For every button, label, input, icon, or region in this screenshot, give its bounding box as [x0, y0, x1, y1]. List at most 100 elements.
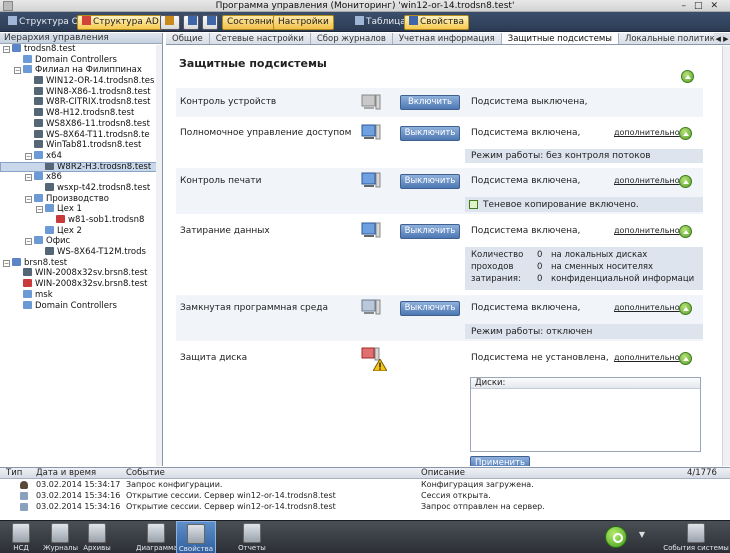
- enable-button[interactable]: Включить: [400, 95, 460, 110]
- tree-node[interactable]: WS-8X64-T12M.trods: [0, 247, 162, 258]
- col-type[interactable]: Тип: [6, 468, 22, 479]
- tree-node-label: WIN-2008x32sv.brsn8.test: [35, 279, 148, 290]
- power-icon[interactable]: [605, 526, 627, 548]
- window-controls[interactable]: –□✕: [681, 0, 726, 12]
- menu-icon[interactable]: ▼: [636, 529, 648, 541]
- structure-ad-button[interactable]: Структура AD: [77, 15, 164, 30]
- tab[interactable]: Сетевые настройки: [209, 33, 311, 44]
- taskbar-item[interactable]: Отчеты: [230, 521, 274, 553]
- expand-toggle-icon[interactable]: −: [36, 206, 43, 214]
- more-link[interactable]: дополнительно: [614, 353, 680, 362]
- list-view-button[interactable]: [202, 15, 218, 30]
- go-icon[interactable]: [679, 175, 692, 188]
- tree-node[interactable]: W8-H12.trodsn8.test: [0, 108, 162, 119]
- disks-list[interactable]: Диски:: [470, 377, 701, 452]
- group-icon: [23, 289, 32, 298]
- tree-node[interactable]: Domain Controllers: [0, 300, 162, 312]
- tree-node[interactable]: W8R-CITRIX.trodsn8.test: [0, 97, 162, 108]
- tree-node-label: Цех 1: [57, 204, 82, 215]
- computer-alert-icon: [23, 279, 32, 288]
- go-icon[interactable]: [679, 127, 692, 140]
- disable-button[interactable]: Выключить: [400, 126, 460, 141]
- expand-toggle-icon[interactable]: −: [25, 238, 32, 246]
- tree-node[interactable]: wsxp-t42.trodsn8.test: [0, 182, 162, 194]
- view-menu-button[interactable]: [160, 15, 180, 30]
- tab[interactable]: Учетная информация: [392, 33, 502, 44]
- log-row[interactable]: 03.02.2014 15:34:16 Открытие сессии. Серв…: [0, 491, 730, 501]
- expand-toggle-icon[interactable]: −: [25, 152, 32, 160]
- log-row[interactable]: 03.02.2014 15:34:17 Запрос конфигурации. К…: [0, 480, 730, 490]
- tree-node[interactable]: w81-sob1.trodsn8: [0, 215, 162, 226]
- log-row[interactable]: 03.02.2014 15:34:16 Открытие сессии. Серв…: [0, 502, 730, 512]
- go-icon[interactable]: [679, 225, 692, 238]
- tree-node[interactable]: Цех 2: [0, 225, 162, 237]
- go-icon[interactable]: [679, 352, 692, 365]
- col-datetime[interactable]: Дата и время: [36, 468, 96, 479]
- tree-node[interactable]: Domain Controllers: [0, 54, 162, 66]
- computer-icon: [45, 247, 54, 256]
- expand-toggle-icon[interactable]: −: [25, 195, 32, 203]
- computer-icon: [45, 182, 54, 191]
- more-link[interactable]: дополнительно: [614, 226, 680, 235]
- tree-node[interactable]: WinTab81.trodsn8.test: [0, 140, 162, 151]
- settings-button[interactable]: Настройки: [273, 15, 334, 30]
- group-icon: [45, 225, 54, 234]
- tab[interactable]: Общие: [166, 33, 210, 44]
- tree-node-label: WS-8X64-T11.trodsn8.te: [46, 129, 150, 140]
- taskbar-item[interactable]: Диаграмма: [136, 521, 178, 553]
- expand-toggle-icon[interactable]: −: [14, 67, 21, 75]
- taskbar-item[interactable]: Журналы: [43, 521, 78, 553]
- grid-view-button[interactable]: [183, 15, 199, 30]
- tree-node[interactable]: WIN8-X86-1.trodsn8.test: [0, 86, 162, 98]
- tree-node[interactable]: − Офис: [0, 236, 162, 247]
- subsystem-name: Полномочное управление доступом: [180, 128, 352, 138]
- disable-button[interactable]: Выключить: [400, 301, 460, 316]
- page-title: Защитные подсистемы: [179, 57, 327, 70]
- sidebar-scrollbar[interactable]: [156, 45, 162, 466]
- go-top-icon[interactable]: [681, 70, 694, 83]
- expand-toggle-icon[interactable]: −: [3, 259, 10, 267]
- tree-node[interactable]: − Филиал на Филиппинах: [0, 65, 162, 76]
- tab[interactable]: Защитные подсистемы: [501, 33, 619, 44]
- content-scrollbar[interactable]: [722, 46, 730, 466]
- tree-node[interactable]: WIN-2008x32sv.brsn8.test: [0, 279, 162, 290]
- properties-button[interactable]: Свойства: [404, 15, 469, 30]
- expand-toggle-icon[interactable]: −: [3, 46, 10, 53]
- disable-button[interactable]: Выключить: [400, 174, 460, 189]
- tree-node[interactable]: WS8X86-11.trodsn8.test: [0, 118, 162, 130]
- hierarchy-panel: Иерархия управления − trodsn8.test Domain …: [0, 33, 163, 466]
- mode-text: Режим работы: отключен: [471, 327, 593, 337]
- tree-node[interactable]: − Производство: [0, 193, 162, 205]
- taskbar-item[interactable]: Свойства: [176, 521, 216, 553]
- more-link[interactable]: дополнительно: [614, 128, 680, 137]
- tree-node[interactable]: WIN-2008x32sv.brsn8.test: [0, 268, 162, 279]
- tree-node[interactable]: − brsn8.test: [0, 257, 162, 269]
- subsystem-detail: Режим работы: без контроля потоков: [465, 149, 703, 163]
- apply-button[interactable]: Применить: [470, 456, 530, 466]
- more-link[interactable]: дополнительно: [614, 303, 680, 312]
- expand-toggle-icon[interactable]: −: [25, 174, 32, 182]
- tree-node[interactable]: WS-8X64-T11.trodsn8.te: [0, 129, 162, 141]
- tab[interactable]: Сбор журналов: [310, 33, 393, 44]
- taskbar-item[interactable]: Архивы: [80, 521, 114, 553]
- more-link[interactable]: дополнительно: [614, 176, 680, 185]
- tab-scroll-arrows[interactable]: ◀ ▶: [714, 33, 730, 44]
- table-button[interactable]: Таблица: [350, 15, 411, 30]
- log-event: Открытие сессии. Сервер win12-or-14.trod…: [126, 502, 336, 511]
- subsystem-status: Подсистема включена,: [471, 303, 581, 313]
- tree-node[interactable]: − x64: [0, 150, 162, 162]
- tree-node[interactable]: − Цех 1: [0, 204, 162, 215]
- taskbar-events[interactable]: События системы: [663, 521, 729, 553]
- col-description[interactable]: Описание: [421, 468, 465, 479]
- tree-node[interactable]: − trodsn8.test: [0, 44, 162, 55]
- col-event[interactable]: Событие: [126, 468, 165, 479]
- taskbar-item[interactable]: НСД: [4, 521, 38, 553]
- go-icon[interactable]: [679, 302, 692, 315]
- list-icon: [207, 16, 216, 25]
- tree-node[interactable]: − x86: [0, 172, 162, 183]
- tree-node[interactable]: WIN12-OR-14.trodsn8.tes: [0, 76, 162, 87]
- disable-button[interactable]: Выключить: [400, 224, 460, 239]
- tree-node[interactable]: W8R2-H3.trodsn8.test: [0, 161, 162, 173]
- tab[interactable]: Локальные политики: [618, 33, 728, 44]
- tree-node[interactable]: msk: [0, 289, 162, 301]
